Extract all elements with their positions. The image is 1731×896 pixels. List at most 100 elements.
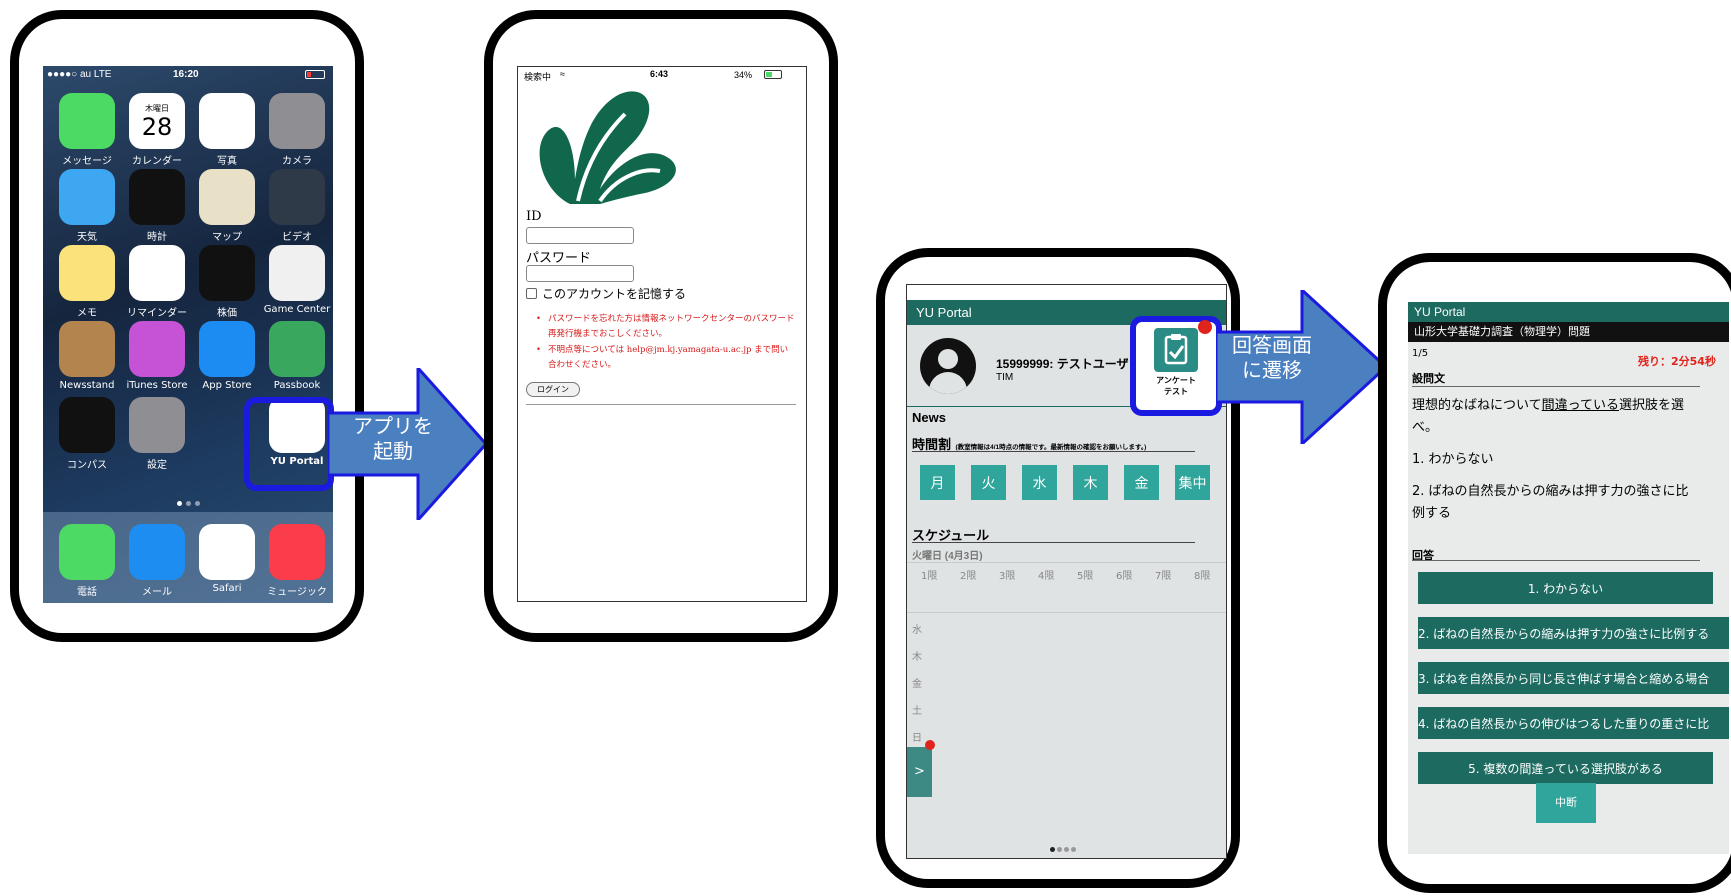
status-left: 検索中: [524, 72, 552, 82]
login-button[interactable]: ログイン: [526, 382, 580, 397]
question-text: 理想的なばねについて間違っている選択肢を選べ。: [1412, 395, 1697, 439]
app-stocks[interactable]: 株価: [192, 245, 262, 319]
app-messages[interactable]: メッセージ: [52, 93, 122, 167]
dock-music[interactable]: ミュージック: [262, 524, 332, 598]
app-label: 写真: [217, 156, 237, 167]
remember-checkbox[interactable]: [526, 288, 537, 299]
note-item: • パスワードを忘れた方は情報ネットワークセンターのパスワード再発行機までおこしく…: [536, 314, 795, 339]
day-button[interactable]: 月: [920, 465, 955, 500]
app-notes[interactable]: メモ: [52, 245, 122, 319]
university-logo-icon: [539, 91, 676, 204]
app-video[interactable]: ビデオ: [262, 169, 332, 243]
battery-icon: [305, 70, 325, 79]
period-label: 1限: [921, 571, 938, 582]
answer-button[interactable]: 1. わからない: [1418, 572, 1713, 604]
yu-portal-highlight: [244, 397, 334, 491]
settings-icon: [129, 397, 185, 453]
app-app-store[interactable]: App Store: [192, 321, 262, 391]
day-button[interactable]: 集中: [1175, 465, 1210, 500]
home-screen: ●●●●○ au LTE 16:20 メッセージ 木曜日 28 カレンダー 写真 カメラ天…: [43, 66, 333, 603]
side-day-label: 水: [912, 625, 922, 636]
divider: [1412, 386, 1700, 387]
app-itunes[interactable]: iTunes Store: [122, 321, 192, 391]
question-body: 理想的なばねについて間違っている選択肢を選べ。 1. わからない 2. ばねの自…: [1412, 395, 1697, 540]
divider: [907, 562, 1226, 563]
clock-icon: [129, 169, 185, 225]
clock-text: 16:20: [173, 69, 199, 80]
user-sub: TIM: [996, 372, 1014, 383]
survey-test-button[interactable]: アンケート テスト: [1130, 316, 1222, 416]
day-button[interactable]: 金: [1124, 465, 1159, 500]
page-dots: [1050, 847, 1078, 853]
dock-label: Safari: [212, 583, 242, 594]
app-passbook[interactable]: Passbook: [262, 321, 332, 391]
arrow1-label: アプリを 起動: [338, 414, 448, 464]
passbook-icon: [269, 321, 325, 377]
stop-button[interactable]: 中断: [1536, 783, 1596, 823]
app-label: Newsstand: [59, 380, 115, 391]
survey-label-line1: アンケート: [1156, 376, 1196, 385]
divider: [1412, 560, 1700, 561]
id-input[interactable]: [526, 227, 634, 244]
dock-safari[interactable]: Safari: [192, 524, 262, 594]
period-label: 3限: [999, 571, 1016, 582]
app-calendar[interactable]: 木曜日 28 カレンダー: [122, 93, 192, 167]
phone-home-screen: ●●●●○ au LTE 16:20 メッセージ 木曜日 28 カレンダー 写真 カメラ天…: [10, 10, 364, 642]
arrow2-line2: に遷移: [1242, 358, 1302, 382]
app-newsstand[interactable]: Newsstand: [52, 321, 122, 391]
answer-button[interactable]: 2. ばねの自然長からの縮みは押す力の強さに比例する: [1418, 617, 1729, 649]
note-text-1: パスワードを忘れた方は情報ネットワークセンターのパスワード再発行機までおこしくだ…: [548, 314, 795, 339]
app-clock[interactable]: 時計: [122, 169, 192, 243]
divider: [912, 451, 1195, 452]
status-bar: ●●●●○ au LTE 16:20: [43, 66, 333, 84]
app-label: 株価: [217, 308, 237, 319]
day-button[interactable]: 火: [971, 465, 1006, 500]
carrier-text: ●●●●○ au LTE: [47, 69, 112, 80]
app-reminders[interactable]: リマインダー: [122, 245, 192, 319]
password-input[interactable]: [526, 265, 634, 282]
day-button[interactable]: 木: [1073, 465, 1108, 500]
app-settings[interactable]: 設定: [122, 397, 192, 471]
dock-phone[interactable]: 電話: [52, 524, 122, 598]
password-label: パスワード: [526, 251, 592, 266]
dock-label: メール: [142, 587, 172, 598]
arrow1-line1: アプリを: [353, 414, 433, 438]
answer-button[interactable]: 5. 複数の間違っている選択肢がある: [1418, 752, 1713, 784]
app-game-center[interactable]: Game Center: [262, 245, 332, 315]
mail-icon: [129, 524, 185, 580]
dock-mail[interactable]: メール: [122, 524, 192, 598]
question-option-2: 2. ばねの自然長からの縮みは押す力の強さに比例する: [1412, 484, 1689, 521]
messages-icon: [59, 93, 115, 149]
page-dots: [177, 501, 201, 507]
clipboard-icon: [1154, 328, 1198, 372]
question-screen: YU Portal 山形大学基礎力調査（物理学）問題 1/5 残り：2分54秒 …: [1408, 302, 1729, 854]
safari-icon: [199, 524, 255, 580]
app-maps[interactable]: マップ: [192, 169, 262, 243]
period-label: 5限: [1077, 571, 1094, 582]
period-label: 7限: [1155, 571, 1172, 582]
music-icon: [269, 524, 325, 580]
question-label: 設問文: [1412, 372, 1445, 385]
note-item: • 不明点等については help@jm.kj.yamagata-u.ac.jp ま…: [536, 345, 789, 370]
dock-label: ミュージック: [267, 587, 327, 598]
divider: [912, 542, 1195, 543]
itunes-icon: [129, 321, 185, 377]
app-label: Passbook: [273, 380, 321, 391]
app-weather[interactable]: 天気: [52, 169, 122, 243]
avatar-icon: [920, 338, 976, 394]
side-day-label: 金: [912, 679, 922, 690]
day-button[interactable]: 水: [1022, 465, 1057, 500]
reminders-icon: [129, 245, 185, 301]
answer-button[interactable]: 4. ばねの自然長からの伸びはつるした重りの重さに比: [1418, 707, 1729, 739]
timetable-note: (教室情報は4/1時点の情報です。最新情報の確認をお願いします。): [955, 444, 1147, 451]
news-title: News: [912, 410, 946, 425]
question-subheader: 山形大学基礎力調査（物理学）問題: [1408, 322, 1729, 342]
answer-button[interactable]: 3. ばねを自然長から同じ長さ伸ばす場合と縮める場合: [1418, 662, 1729, 694]
app-compass[interactable]: コンパス: [52, 397, 122, 471]
phone-icon: [59, 524, 115, 580]
arrow2-label: 回答画面 に遷移: [1222, 333, 1322, 383]
app-camera[interactable]: カメラ: [262, 93, 332, 167]
next-button[interactable]: >: [907, 747, 932, 797]
app-photos[interactable]: 写真: [192, 93, 262, 167]
user-name: 15999999: テストユーザ: [996, 357, 1129, 371]
